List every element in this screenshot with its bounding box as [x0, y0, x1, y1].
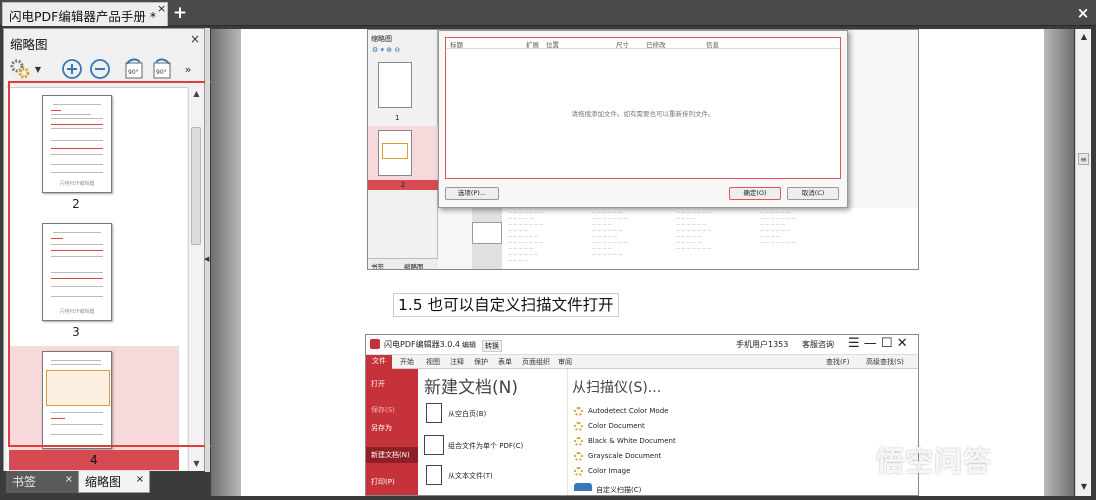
thumbnail-image: 闪电PDF编辑器	[42, 223, 112, 321]
file-list: 标题 扩展 位置 尺寸 已修改 信息 请拖拽添加文件。如有需要也可以重新排列文件…	[445, 37, 841, 179]
new-tab-button[interactable]: +	[172, 5, 188, 22]
panel-title: 缩略图	[10, 37, 48, 52]
tab-bookmarks[interactable]: 书签 ×	[6, 471, 78, 493]
thumbnail-image	[42, 351, 112, 449]
chevron-down-icon[interactable]: »	[176, 57, 200, 81]
thumbnail-image: 闪电PDF编辑器	[42, 95, 112, 193]
thumbnail-page-3[interactable]: 闪电PDF编辑器 3	[9, 218, 143, 344]
thumbnail-page-number: 3	[72, 325, 80, 339]
document-tab[interactable]: 闪电PDF编辑器产品手册 *	[2, 2, 168, 26]
thumbnail-list: 闪电PDF编辑器 2 闪电PDF编辑器 3 4	[7, 87, 187, 471]
collapse-panel-icon[interactable]: ◀	[204, 255, 209, 263]
thumbnail-page-number: 4	[9, 450, 179, 470]
close-icon: ×	[135, 474, 144, 485]
document-tab-close-icon[interactable]: ×	[157, 2, 166, 15]
tab-bar: 闪电PDF编辑器产品手册 * × + ×	[0, 0, 1096, 26]
tab-thumbnails[interactable]: 缩略图 ×	[78, 471, 150, 493]
embedded-screenshot-dialog: 缩略图 ⚙ ▾ ⊕ ⊖ 1 2 书签 缩略图 — — — — — — — — — …	[367, 29, 919, 270]
combine-files-dialog: 标题 扩展 位置 尺寸 已修改 信息 请拖拽添加文件。如有需要也可以重新排列文件…	[438, 30, 848, 208]
close-icon: ×	[64, 474, 73, 485]
ok-button: 确定(O)	[729, 187, 781, 200]
options-button: 选项(P)...	[445, 187, 499, 200]
thumbnail-page-2[interactable]: 闪电PDF编辑器 2	[9, 90, 143, 216]
document-scrollbar[interactable]: ▲ ≡ ▼	[1075, 29, 1091, 496]
thumbnail-page-number: 2	[72, 197, 80, 211]
scroll-down-icon[interactable]: ▼	[189, 457, 204, 471]
window-close-button[interactable]: ×	[1074, 4, 1092, 22]
thumbnail-scrollbar[interactable]: ▲ ▼	[188, 87, 203, 471]
embedded-screenshot-scanner: 闪电PDF编辑器3.0.4 编辑 转换 手机用户1353 客服咨询 ☰ — ☐ …	[365, 334, 919, 496]
scroll-down-icon[interactable]: ▼	[1076, 479, 1092, 495]
panel-tabs: 书签 × 缩略图 ×	[3, 471, 205, 495]
scrollbar-thumb[interactable]	[191, 127, 201, 245]
rotate-right-icon[interactable]: 90°	[150, 57, 174, 81]
thumbnail-page-4[interactable]: 4	[9, 346, 179, 471]
panel-splitter[interactable]	[205, 28, 210, 472]
gear-icon[interactable]	[8, 57, 32, 81]
section-heading: 1.5 也可以自定义扫描文件打开	[393, 293, 619, 317]
thumbnail-panel: 缩略图 × ▼ 90° 90° » 闪电PDF编辑器 2 闪电PDF编辑器 3 …	[3, 28, 205, 472]
mini-thumbnail-panel: 缩略图 ⚙ ▾ ⊕ ⊖ 1 2 书签 缩略图	[368, 30, 438, 269]
panel-close-icon[interactable]: ×	[190, 32, 200, 46]
settings-dropdown-icon[interactable]: ▼	[32, 57, 44, 81]
rotate-left-icon[interactable]: 90°	[122, 57, 146, 81]
scroll-up-icon[interactable]: ▲	[1076, 29, 1092, 45]
svg-text:90°: 90°	[156, 69, 167, 76]
zoom-out-icon[interactable]	[88, 57, 112, 81]
watermark: 悟空问答	[876, 445, 993, 478]
scrollbar-thumb[interactable]: ≡	[1078, 153, 1089, 165]
zoom-in-icon[interactable]	[60, 57, 84, 81]
document-page: 缩略图 ⚙ ▾ ⊕ ⊖ 1 2 书签 缩略图 — — — — — — — — — …	[241, 29, 1044, 496]
scroll-up-icon[interactable]: ▲	[189, 87, 204, 101]
cancel-button: 取消(C)	[787, 187, 839, 200]
svg-text:90°: 90°	[128, 69, 139, 76]
document-view[interactable]: 缩略图 ⚙ ▾ ⊕ ⊖ 1 2 书签 缩略图 — — — — — — — — — …	[211, 29, 1074, 496]
document-tab-label: 闪电PDF编辑器产品手册 *	[9, 9, 157, 24]
thumbnail-toolbar: ▼ 90° 90° »	[8, 57, 202, 85]
